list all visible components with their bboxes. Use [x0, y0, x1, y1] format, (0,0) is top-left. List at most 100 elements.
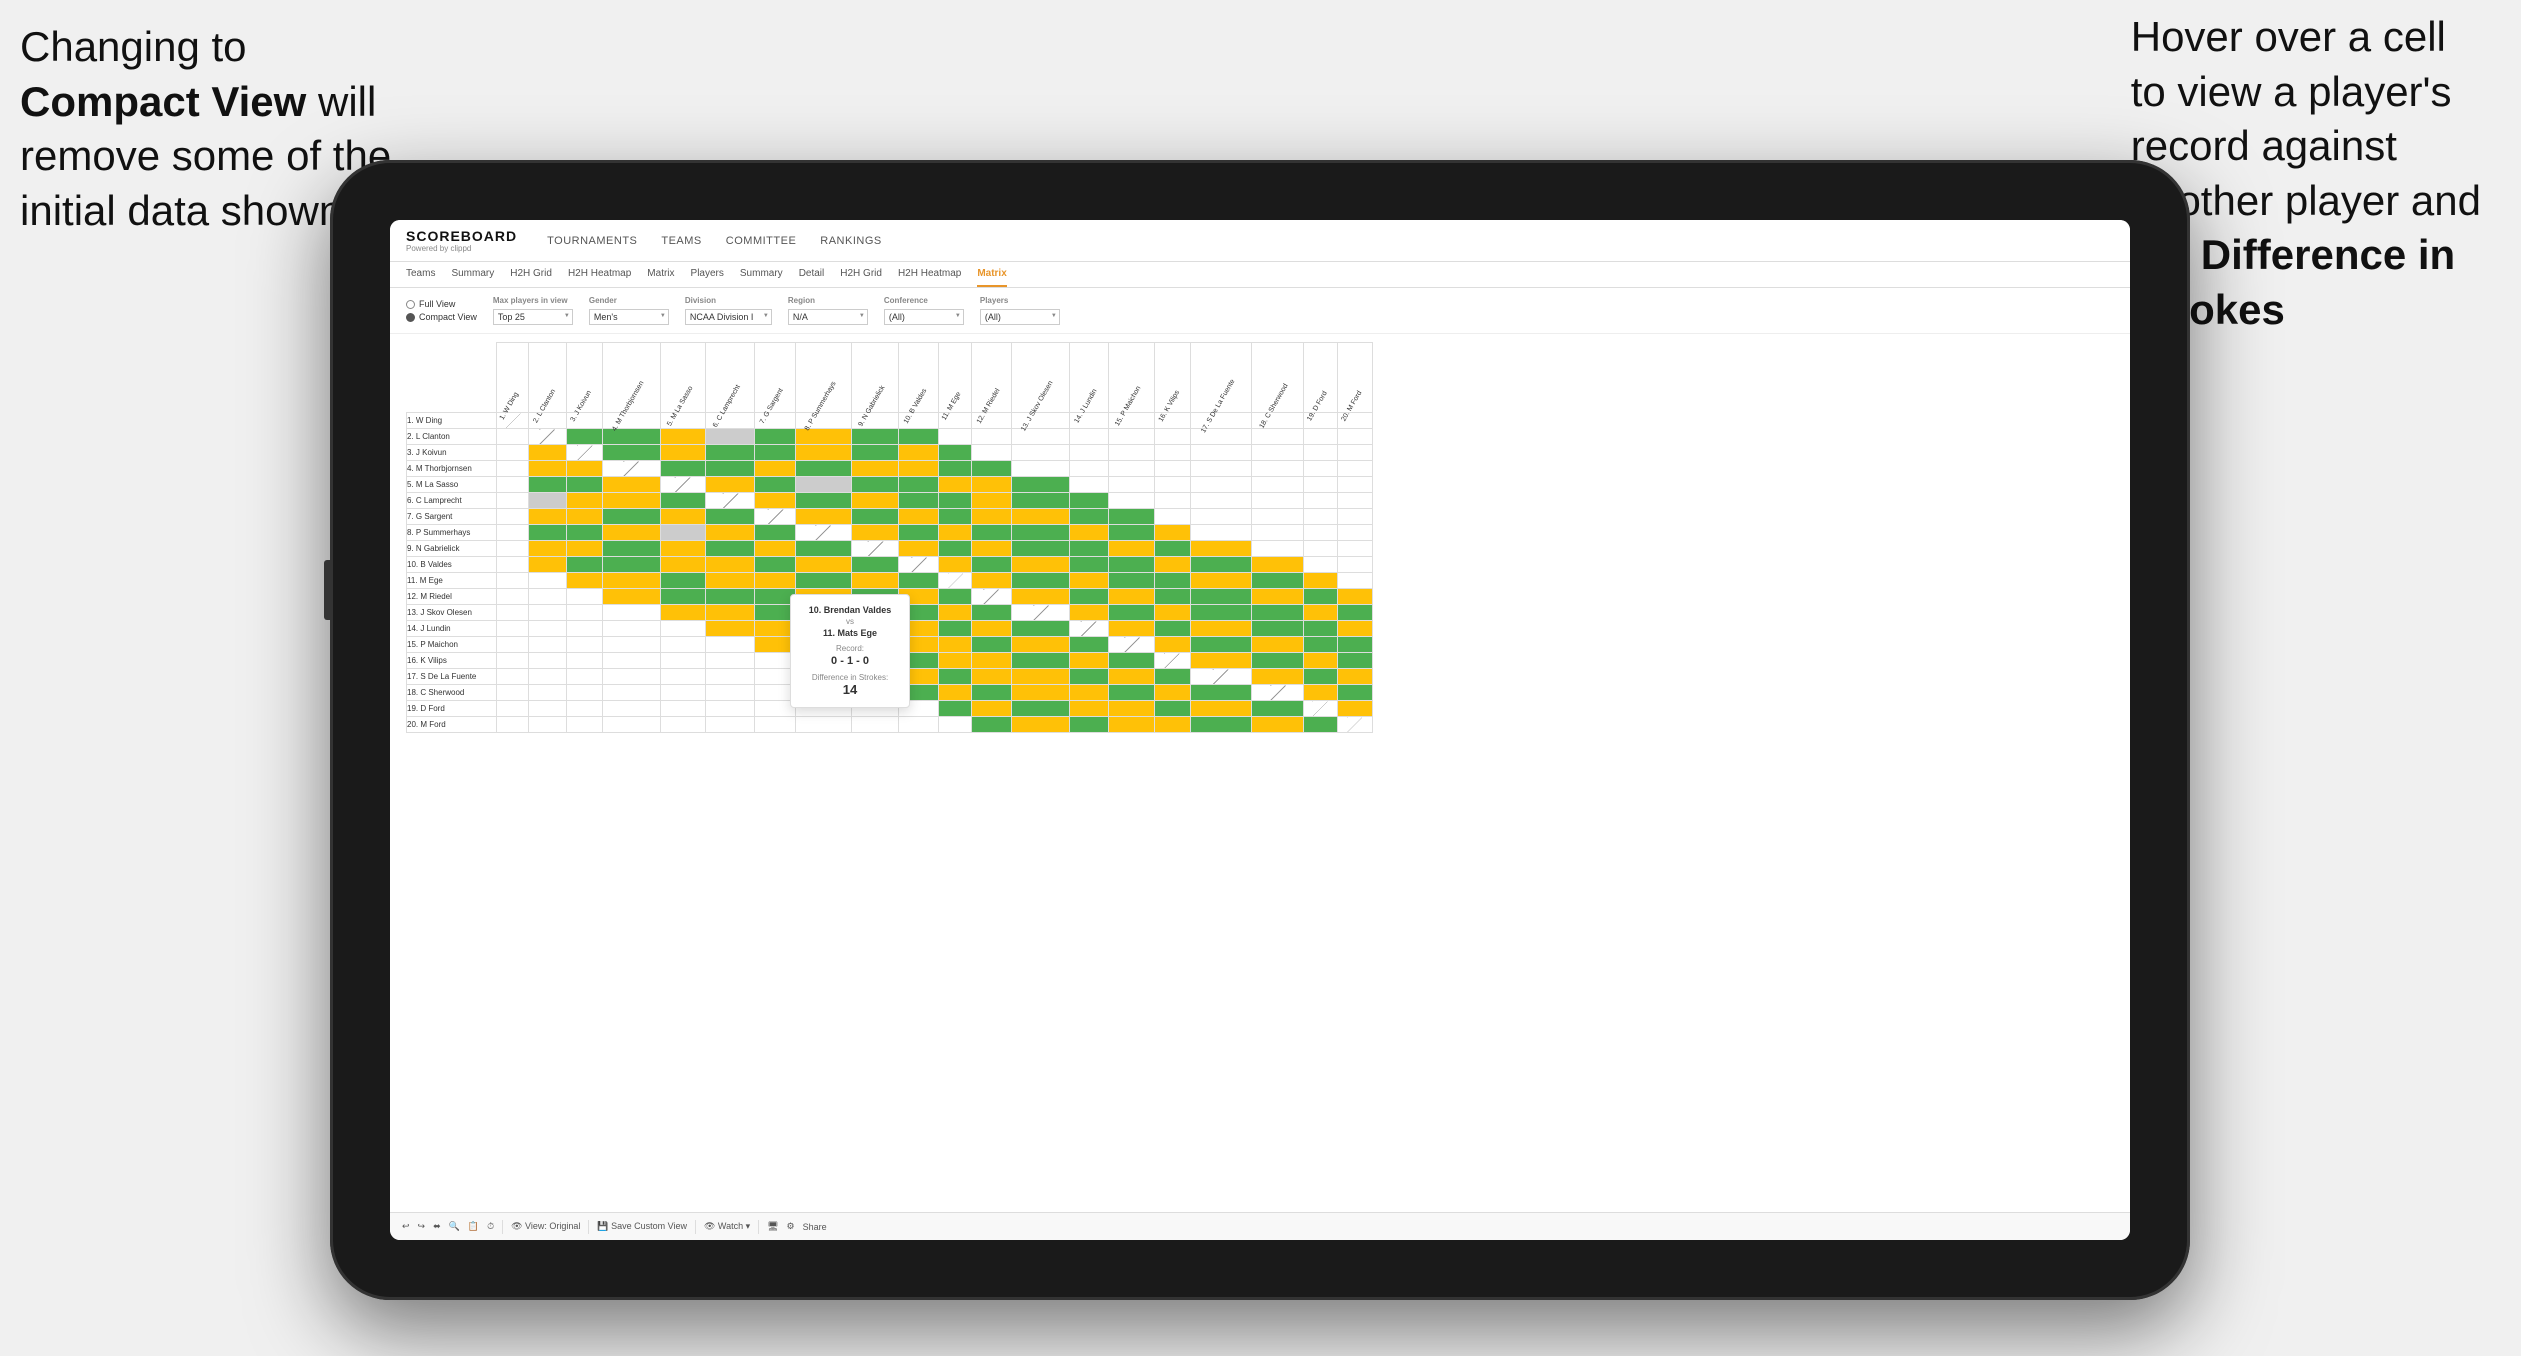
cell-9-10[interactable] — [899, 541, 939, 557]
cell-12-15[interactable] — [1109, 589, 1155, 605]
cell-18-6[interactable] — [706, 685, 755, 701]
cell-19-20[interactable] — [1337, 701, 1372, 717]
cell-13-4[interactable] — [602, 605, 660, 621]
cell-10-8[interactable] — [795, 557, 852, 573]
cell-15-11[interactable] — [939, 637, 971, 653]
cell-13-18[interactable] — [1252, 605, 1303, 621]
cell-18-20[interactable] — [1337, 685, 1372, 701]
cell-10-2[interactable] — [528, 557, 567, 573]
toolbar-watch[interactable]: 👁 Watch ▾ — [704, 1221, 750, 1232]
cell-17-5[interactable] — [660, 669, 706, 685]
cell-20-18[interactable] — [1252, 717, 1303, 733]
filter-conference-select[interactable]: (All) — [884, 309, 964, 325]
cell-4-20[interactable] — [1337, 461, 1372, 477]
cell-6-8[interactable] — [795, 493, 852, 509]
cell-3-6[interactable] — [706, 445, 755, 461]
cell-18-5[interactable] — [660, 685, 706, 701]
cell-4-18[interactable] — [1252, 461, 1303, 477]
cell-16-19[interactable] — [1303, 653, 1337, 669]
cell-5-14[interactable] — [1069, 477, 1108, 493]
cell-15-16[interactable] — [1154, 637, 1190, 653]
cell-4-19[interactable] — [1303, 461, 1337, 477]
toolbar-undo[interactable]: ↩ — [402, 1221, 410, 1232]
cell-6-20[interactable] — [1337, 493, 1372, 509]
cell-14-11[interactable] — [939, 621, 971, 637]
cell-15-5[interactable] — [660, 637, 706, 653]
cell-4-6[interactable] — [706, 461, 755, 477]
toolbar-settings[interactable]: ⚙ — [787, 1221, 795, 1232]
cell-11-4[interactable] — [602, 573, 660, 589]
cell-5-19[interactable] — [1303, 477, 1337, 493]
cell-5-20[interactable] — [1337, 477, 1372, 493]
cell-7-10[interactable] — [899, 509, 939, 525]
cell-10-10[interactable] — [899, 557, 939, 573]
cell-17-13[interactable] — [1012, 669, 1070, 685]
cell-4-1[interactable] — [497, 461, 529, 477]
cell-8-17[interactable] — [1190, 525, 1252, 541]
cell-14-16[interactable] — [1154, 621, 1190, 637]
cell-14-1[interactable] — [497, 621, 529, 637]
cell-10-12[interactable] — [971, 557, 1011, 573]
cell-14-20[interactable] — [1337, 621, 1372, 637]
cell-6-6[interactable] — [706, 493, 755, 509]
cell-16-12[interactable] — [971, 653, 1011, 669]
cell-7-15[interactable] — [1109, 509, 1155, 525]
cell-20-15[interactable] — [1109, 717, 1155, 733]
cell-8-1[interactable] — [497, 525, 529, 541]
compact-view-option[interactable]: Compact View — [406, 312, 477, 322]
cell-8-16[interactable] — [1154, 525, 1190, 541]
cell-3-9[interactable] — [852, 445, 899, 461]
cell-7-11[interactable] — [939, 509, 971, 525]
cell-12-17[interactable] — [1190, 589, 1252, 605]
cell-3-18[interactable] — [1252, 445, 1303, 461]
toolbar-redo[interactable]: ↪ — [418, 1221, 426, 1232]
cell-6-16[interactable] — [1154, 493, 1190, 509]
cell-5-5[interactable] — [660, 477, 706, 493]
tab-h2h-heatmap-1[interactable]: H2H Heatmap — [568, 268, 631, 287]
cell-10-7[interactable] — [755, 557, 796, 573]
cell-20-16[interactable] — [1154, 717, 1190, 733]
tab-summary-1[interactable]: Summary — [451, 268, 494, 287]
cell-5-17[interactable] — [1190, 477, 1252, 493]
cell-9-4[interactable] — [602, 541, 660, 557]
filter-region-select[interactable]: N/A — [788, 309, 868, 325]
cell-9-17[interactable] — [1190, 541, 1252, 557]
toolbar-save-custom[interactable]: 💾 Save Custom View — [597, 1221, 687, 1232]
cell-9-20[interactable] — [1337, 541, 1372, 557]
cell-9-14[interactable] — [1069, 541, 1108, 557]
cell-2-7[interactable] — [755, 429, 796, 445]
cell-20-14[interactable] — [1069, 717, 1108, 733]
cell-6-13[interactable] — [1012, 493, 1070, 509]
cell-8-4[interactable] — [602, 525, 660, 541]
cell-15-14[interactable] — [1069, 637, 1108, 653]
cell-5-15[interactable] — [1109, 477, 1155, 493]
cell-6-15[interactable] — [1109, 493, 1155, 509]
cell-13-11[interactable] — [939, 605, 971, 621]
cell-8-5[interactable] — [660, 525, 706, 541]
cell-3-7[interactable] — [755, 445, 796, 461]
compact-view-radio[interactable] — [406, 313, 415, 322]
cell-10-19[interactable] — [1303, 557, 1337, 573]
cell-3-15[interactable] — [1109, 445, 1155, 461]
cell-12-1[interactable] — [497, 589, 529, 605]
cell-7-1[interactable] — [497, 509, 529, 525]
cell-11-2[interactable] — [528, 573, 567, 589]
cell-19-18[interactable] — [1252, 701, 1303, 717]
cell-16-15[interactable] — [1109, 653, 1155, 669]
cell-2-5[interactable] — [660, 429, 706, 445]
cell-12-20[interactable] — [1337, 589, 1372, 605]
cell-11-6[interactable] — [706, 573, 755, 589]
cell-9-16[interactable] — [1154, 541, 1190, 557]
cell-15-18[interactable] — [1252, 637, 1303, 653]
cell-3-8[interactable] — [795, 445, 852, 461]
cell-19-12[interactable] — [971, 701, 1011, 717]
cell-12-11[interactable] — [939, 589, 971, 605]
cell-19-2[interactable] — [528, 701, 567, 717]
cell-8-8[interactable] — [795, 525, 852, 541]
cell-7-19[interactable] — [1303, 509, 1337, 525]
cell-9-1[interactable] — [497, 541, 529, 557]
cell-2-19[interactable] — [1303, 429, 1337, 445]
cell-11-17[interactable] — [1190, 573, 1252, 589]
cell-17-15[interactable] — [1109, 669, 1155, 685]
cell-20-12[interactable] — [971, 717, 1011, 733]
